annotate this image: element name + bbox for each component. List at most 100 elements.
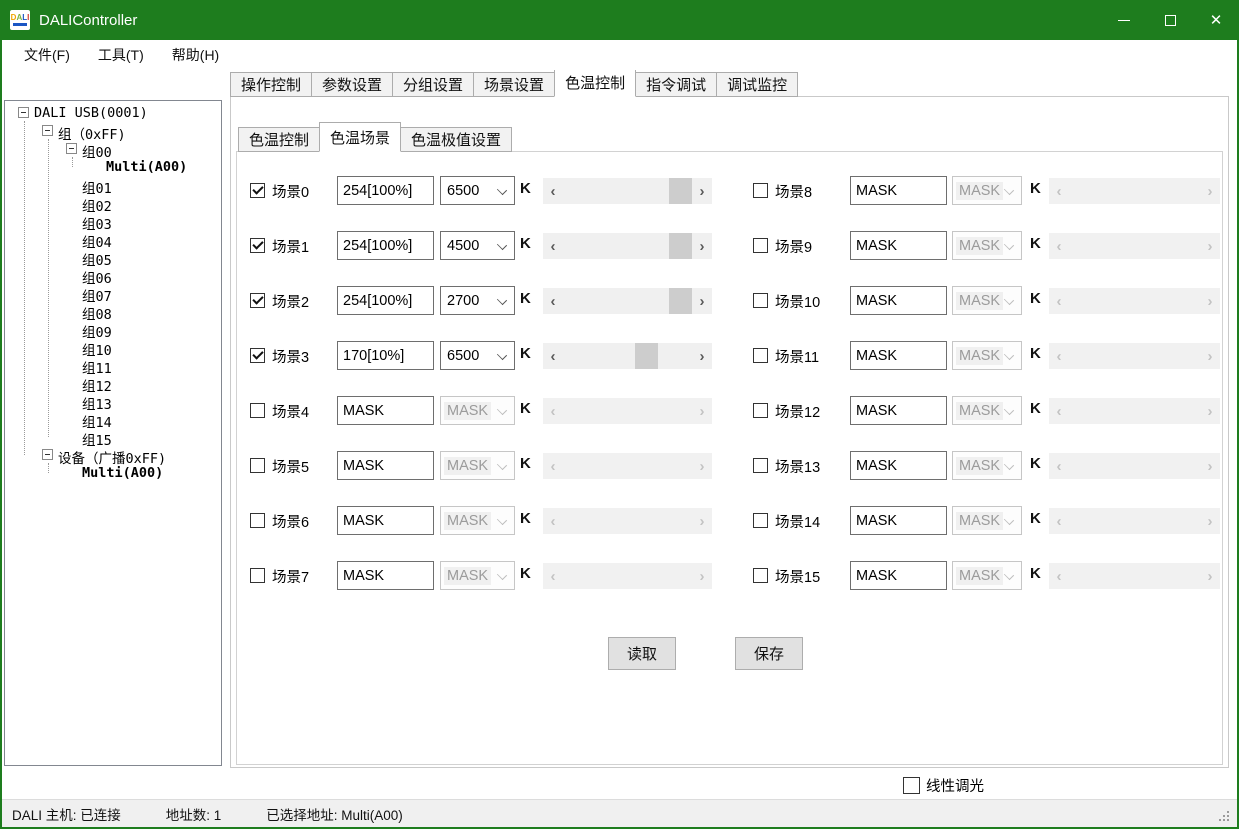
scene-checkbox[interactable] [250, 293, 265, 308]
cct-dropdown[interactable]: 4500 [440, 231, 515, 260]
menu-tools[interactable]: 工具(T) [84, 41, 158, 69]
tree-item[interactable]: 组08 [5, 302, 221, 320]
cct-scrollbar[interactable]: ‹› [543, 288, 712, 314]
scrollbar-track[interactable] [563, 288, 692, 314]
tree-item[interactable]: 组12 [5, 374, 221, 392]
scroll-left-arrow[interactable]: ‹ [543, 233, 563, 259]
cct-scrollbar[interactable]: ‹› [543, 178, 712, 204]
tab-操作控制[interactable]: 操作控制 [230, 72, 312, 97]
scrollbar-thumb[interactable] [669, 178, 692, 204]
scene-level-input[interactable] [850, 176, 947, 205]
cct-dropdown[interactable]: 6500 [440, 341, 515, 370]
scene-level-input[interactable] [337, 451, 434, 480]
minimize-button[interactable] [1101, 0, 1147, 40]
scene-level-input[interactable] [850, 231, 947, 260]
tree-expander-icon[interactable] [42, 125, 53, 136]
read-button[interactable]: 读取 [608, 637, 676, 670]
scrollbar-thumb[interactable] [669, 288, 692, 314]
tab-分组设置[interactable]: 分组设置 [392, 72, 474, 97]
close-button[interactable]: ✕ [1193, 0, 1239, 40]
scene-level-input[interactable] [850, 286, 947, 315]
tree-item[interactable]: 组02 [5, 194, 221, 212]
tree-item[interactable]: 组07 [5, 284, 221, 302]
scene-level-input[interactable] [337, 231, 434, 260]
menu-help[interactable]: 帮助(H) [158, 41, 233, 69]
scene-level-input[interactable] [850, 396, 947, 425]
scene-level-input[interactable] [850, 561, 947, 590]
cct-scrollbar[interactable]: ‹› [543, 233, 712, 259]
tree-item[interactable]: 组11 [5, 356, 221, 374]
scroll-right-arrow[interactable]: › [692, 233, 712, 259]
save-button[interactable]: 保存 [735, 637, 803, 670]
subtab-色温场景[interactable]: 色温场景 [319, 122, 401, 152]
scene-level-input[interactable] [850, 506, 947, 535]
tree-item[interactable]: Multi(A00) [5, 464, 221, 482]
scene-checkbox[interactable] [250, 183, 265, 198]
tree-item[interactable]: 组04 [5, 230, 221, 248]
scene-checkbox[interactable] [753, 458, 768, 473]
menu-file[interactable]: 文件(F) [10, 41, 84, 69]
tree-expander-icon[interactable] [66, 143, 77, 154]
scrollbar-thumb[interactable] [669, 233, 692, 259]
tree-item[interactable]: 组14 [5, 410, 221, 428]
tree-item[interactable]: 组09 [5, 320, 221, 338]
scrollbar-track[interactable] [563, 343, 692, 369]
tree-item[interactable]: 组00 [5, 140, 221, 158]
scrollbar-thumb[interactable] [635, 343, 658, 369]
maximize-button[interactable] [1147, 0, 1193, 40]
scene-checkbox[interactable] [753, 403, 768, 418]
tree-item[interactable]: 组01 [5, 176, 221, 194]
cct-dropdown[interactable]: 2700 [440, 286, 515, 315]
tree-expander-icon[interactable] [42, 449, 53, 460]
scene-checkbox[interactable] [753, 513, 768, 528]
scene-checkbox[interactable] [250, 348, 265, 363]
scene-level-input[interactable] [337, 506, 434, 535]
scene-level-input[interactable] [337, 286, 434, 315]
scene-checkbox[interactable] [250, 403, 265, 418]
tree-item[interactable]: DALI USB(0001) [5, 104, 221, 122]
tree-item[interactable]: 组13 [5, 392, 221, 410]
cct-scrollbar[interactable]: ‹› [543, 343, 712, 369]
scene-level-input[interactable] [337, 396, 434, 425]
scene-checkbox[interactable] [753, 568, 768, 583]
scroll-right-arrow[interactable]: › [692, 288, 712, 314]
tree-expander-icon[interactable] [18, 107, 29, 118]
scene-checkbox[interactable] [753, 183, 768, 198]
scroll-left-arrow[interactable]: ‹ [543, 288, 563, 314]
scene-checkbox[interactable] [250, 513, 265, 528]
subtab-色温控制[interactable]: 色温控制 [238, 127, 320, 152]
scene-checkbox[interactable] [753, 293, 768, 308]
tab-参数设置[interactable]: 参数设置 [311, 72, 393, 97]
scene-level-input[interactable] [337, 176, 434, 205]
scene-level-input[interactable] [850, 451, 947, 480]
tab-调试监控[interactable]: 调试监控 [716, 72, 798, 97]
scroll-left-arrow[interactable]: ‹ [543, 178, 563, 204]
scroll-right-arrow[interactable]: › [692, 343, 712, 369]
linear-dimming-checkbox[interactable] [903, 777, 920, 794]
tree-item[interactable]: 设备（广播0xFF) [5, 446, 221, 464]
tree-item[interactable]: Multi(A00) [5, 158, 221, 176]
scene-level-input[interactable] [337, 341, 434, 370]
tree-item[interactable]: 组06 [5, 266, 221, 284]
tree-item[interactable]: 组05 [5, 248, 221, 266]
resize-grip-icon[interactable] [1227, 819, 1229, 821]
cct-dropdown[interactable]: 6500 [440, 176, 515, 205]
scene-checkbox[interactable] [250, 238, 265, 253]
scene-checkbox[interactable] [250, 568, 265, 583]
tab-色温控制[interactable]: 色温控制 [554, 67, 636, 97]
scroll-left-arrow[interactable]: ‹ [543, 343, 563, 369]
scroll-right-arrow[interactable]: › [692, 178, 712, 204]
tree-item[interactable]: 组15 [5, 428, 221, 446]
scrollbar-track[interactable] [563, 178, 692, 204]
tree-item[interactable]: 组03 [5, 212, 221, 230]
tab-指令调试[interactable]: 指令调试 [635, 72, 717, 97]
scene-checkbox[interactable] [753, 238, 768, 253]
scene-checkbox[interactable] [250, 458, 265, 473]
scrollbar-track[interactable] [563, 233, 692, 259]
scene-level-input[interactable] [850, 341, 947, 370]
tree-item[interactable]: 组（0xFF) [5, 122, 221, 140]
scene-checkbox[interactable] [753, 348, 768, 363]
tree-item[interactable]: 组10 [5, 338, 221, 356]
subtab-色温极值设置[interactable]: 色温极值设置 [400, 127, 512, 152]
tab-场景设置[interactable]: 场景设置 [473, 72, 555, 97]
